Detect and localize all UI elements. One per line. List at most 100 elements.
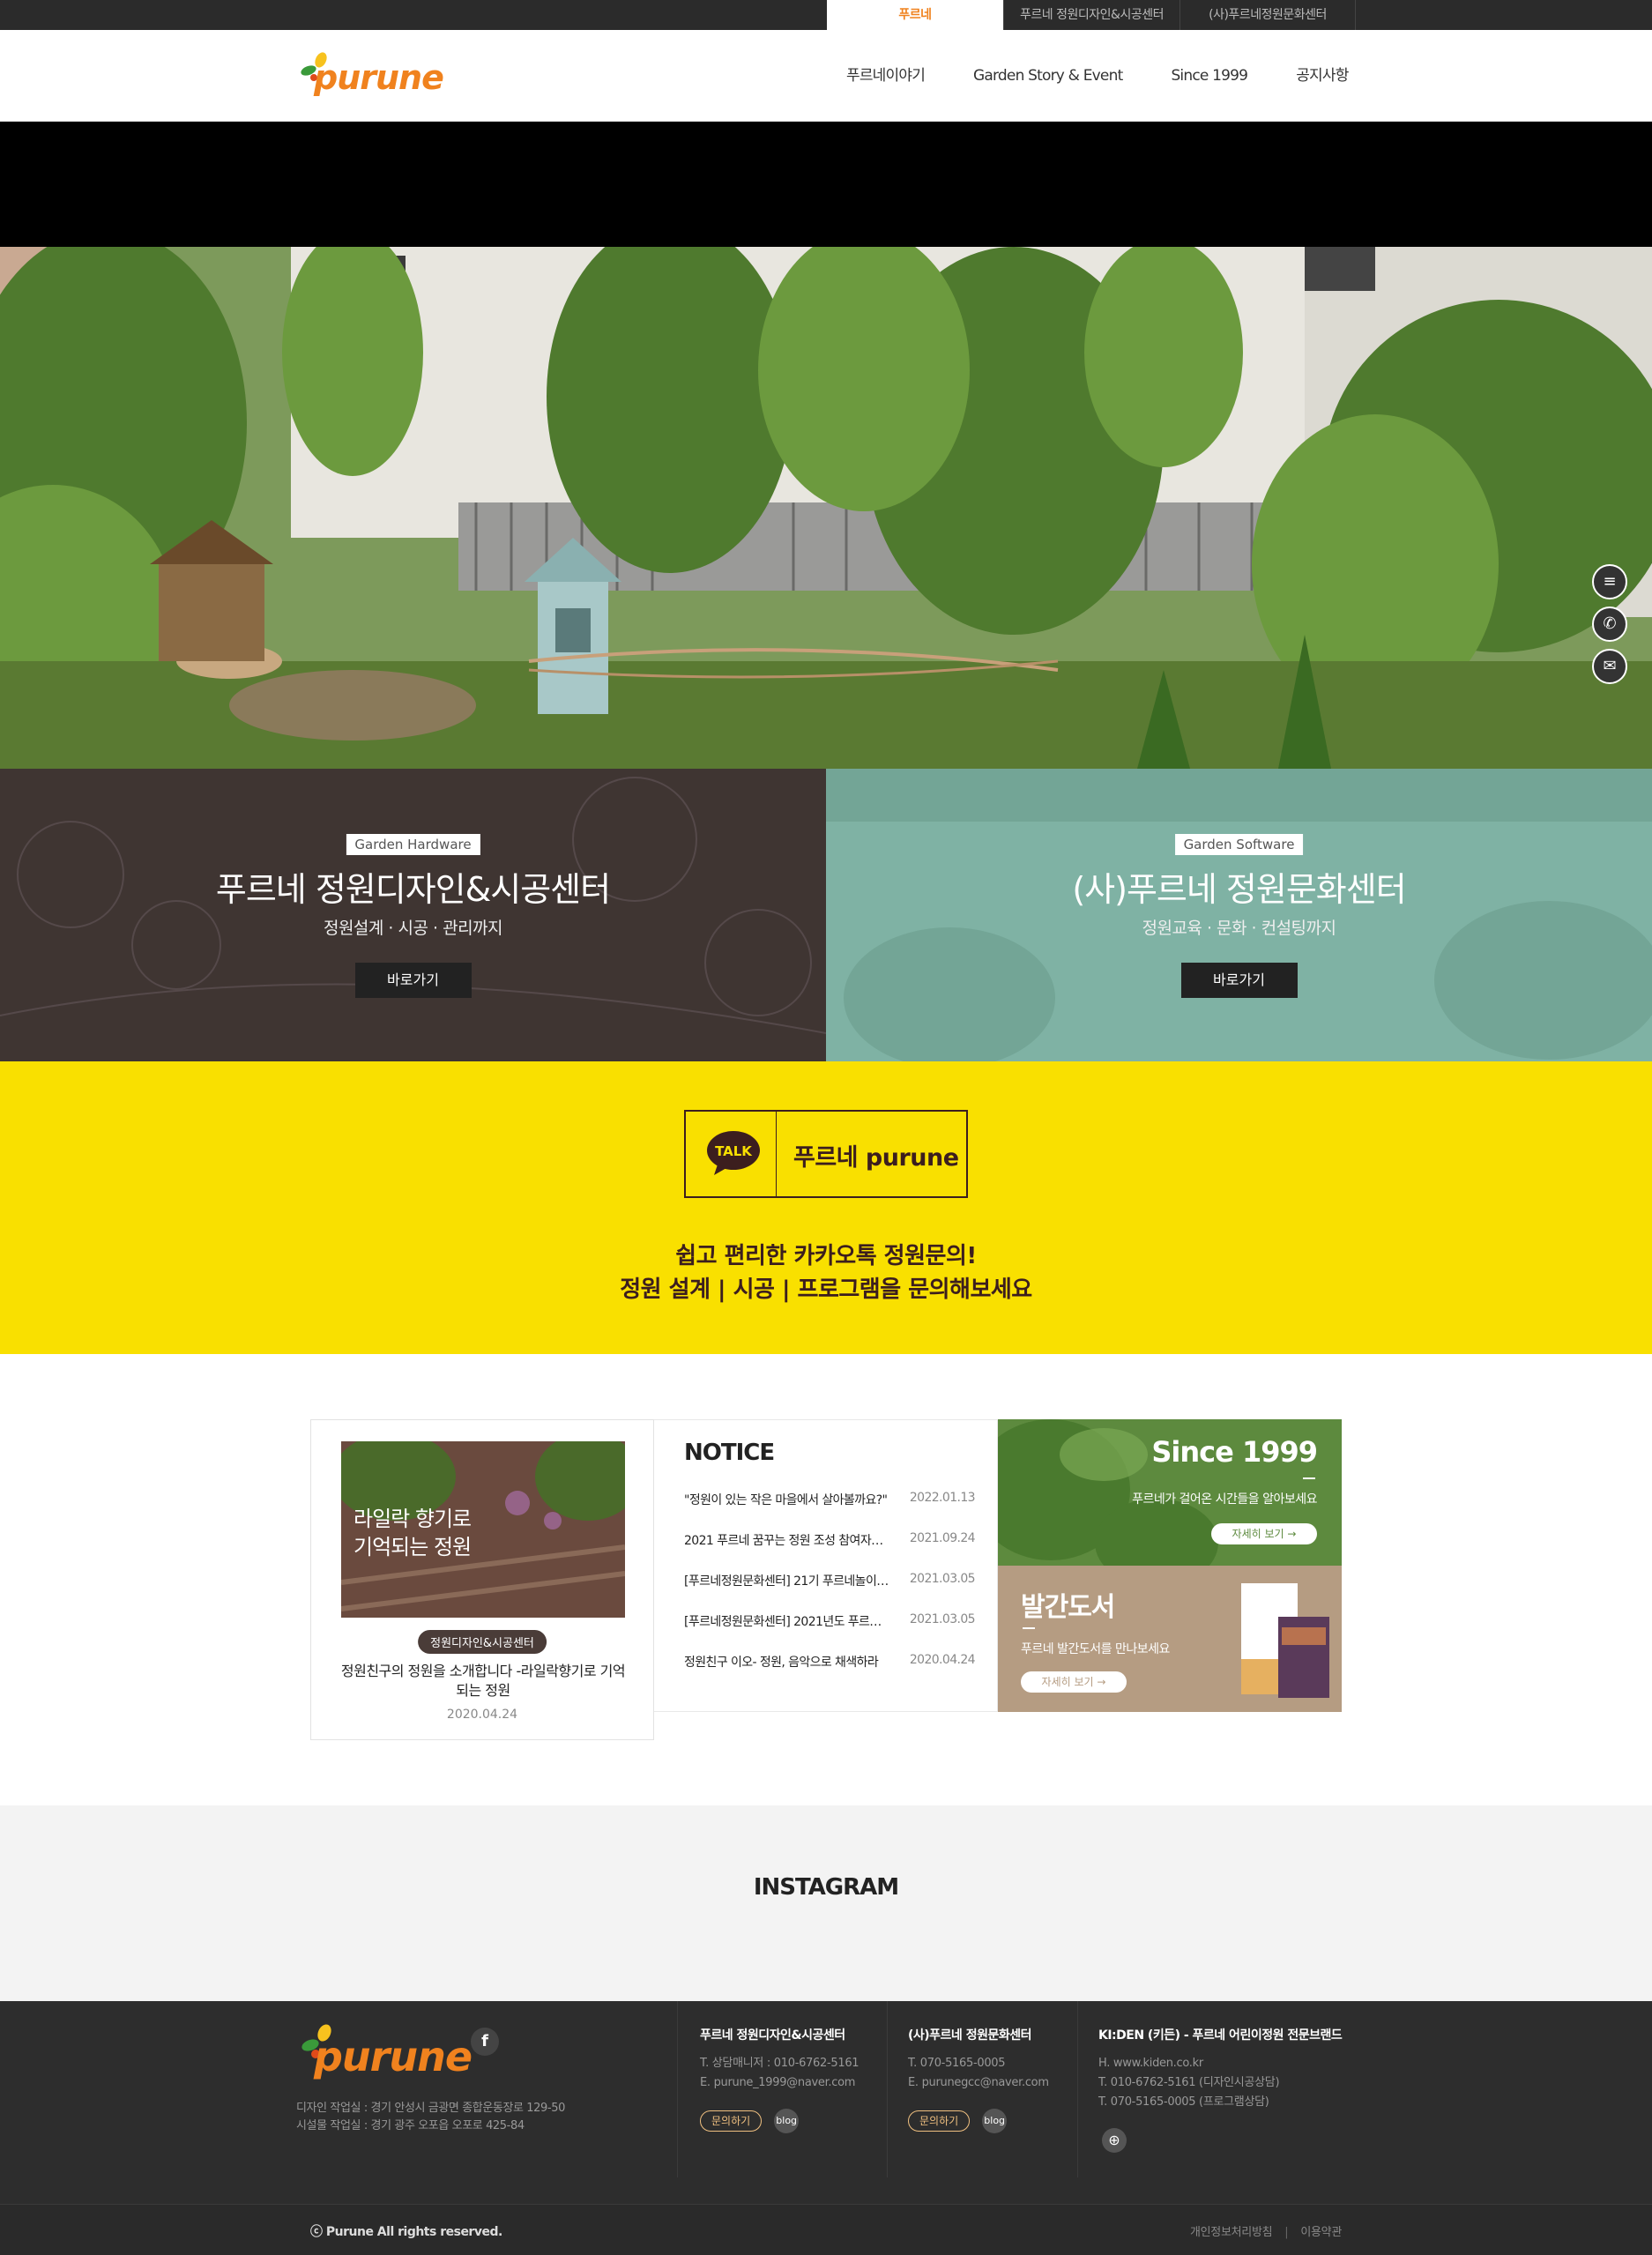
divider [1077,2001,1078,2177]
globe-icon[interactable]: ⊕ [1102,2128,1127,2153]
kakao-headline: 쉽고 편리한 카카오톡 정원문의! [675,1243,977,1269]
notice-title[interactable]: NOTICE [684,1440,775,1466]
footer-col-title: (사)푸르네 정원문화센터 [908,2028,1031,2043]
nav-since-1999[interactable]: Since 1999 [1171,30,1248,122]
footer-links: 개인정보처리방침 | 이용약관 [1189,2226,1342,2239]
books-desc: 푸르네 발간도서를 만나보세요 [1021,1642,1170,1656]
menu-icon[interactable]: ≡ [1592,564,1627,599]
footer-col-title: KI:DEN (키든) - 푸르네 어린이정원 전문브랜드 [1098,2028,1343,2043]
nav-garden-story-event[interactable]: Garden Story & Event [973,30,1123,122]
header: purune 푸르네이야기 Garden Story & Event Since… [0,30,1652,122]
divider [776,1112,777,1196]
instagram-title: INSTAGRAM [753,1874,899,1901]
footer-col-design: 푸르네 정원디자인&시공센터 T. 상담매니저 : 010-6762-5161 … [700,2026,859,2133]
inquiry-button[interactable]: 문의하기 [700,2110,763,2132]
footer-col-title: 푸르네 정원디자인&시공센터 [700,2028,845,2043]
kakao-talk-icon: TALK [707,1131,760,1175]
since-1999-banner[interactable]: Since 1999 푸르네가 걸어온 시간들을 알아보세요 자세히 보기 → [998,1419,1342,1566]
story-title[interactable]: 정원친구의 정원을 소개합니다 -라일락향기로 기억되는 정원 [336,1662,630,1701]
logo[interactable]: purune [296,51,444,104]
blog-icon[interactable]: blog [774,2109,800,2133]
notice-item-title: 정원친구 이오- 정원, 음악으로 채색하라 [684,1656,879,1670]
logo-text: purune [314,58,444,97]
since-desc: 푸르네가 걸어온 시간들을 알아보세요 [1132,1492,1317,1507]
story-date: 2020.04.24 [446,1708,518,1722]
notice-item-date: 2021.03.05 [909,1612,976,1626]
notice-item-title: [푸르네정원문화센터] 21기 푸르네놀이터 모집 [684,1574,892,1589]
notice-item-title: 2021 푸르네 꿈꾸는 정원 조성 참여자를 모집합니다 [684,1534,892,1548]
notice-row[interactable]: [푸르네정원문화센터] 2021년도 푸르네 교육일정 2021.03.05 [684,1612,976,1634]
divider [887,2001,888,2177]
notice-item-date: 2021.03.05 [909,1572,976,1586]
hero-garden-image [0,247,1652,769]
main-nav: 푸르네이야기 Garden Story & Event Since 1999 공… [846,30,1397,122]
thumb-caption-line2: 기억되는 정원 [353,1535,472,1559]
address-line: 디자인 작업실 : 경기 안성시 금광면 종합운동장로 129-50 [296,2102,565,2115]
notice-row[interactable]: [푸르네정원문화센터] 21기 푸르네놀이터 모집 2021.03.05 [684,1572,976,1593]
since-more-button[interactable]: 자세히 보기 → [1211,1523,1317,1544]
footer-col-line: T. 상담매니저 : 010-6762-5161 [700,2057,859,2070]
kakao-subline: 정원 설계 | 시공 | 프로그램을 문의해보세요 [620,1276,1032,1303]
tab-design-center[interactable]: 푸르네 정원디자인&시공센터 [1003,0,1179,30]
blog-icon[interactable]: blog [982,2109,1008,2133]
books-more-button[interactable]: 자세히 보기 → [1021,1671,1127,1693]
mail-icon[interactable]: ✉ [1592,649,1627,684]
panel-title: 푸르네 정원디자인&시공센터 [215,870,611,909]
divider [1303,1477,1315,1479]
footer-col-line: T. 070-5165-0005 (프로그램상담) [1098,2095,1269,2109]
notice-item-title: [푸르네정원문화센터] 2021년도 푸르네 교육일정 [684,1615,892,1629]
footer-col-line: E. purunegcc@naver.com [908,2076,1049,2089]
books-banner[interactable]: 발간도서 푸르네 발간도서를 만나보세요 자세히 보기 → [998,1566,1342,1712]
inquiry-button[interactable]: 문의하기 [908,2110,971,2132]
banner-spacer [0,122,1652,247]
notice-item-title: "정원이 있는 작은 마을에서 살아볼까요?" [684,1493,888,1507]
panel-title: (사)푸르네 정원문화센터 [1072,870,1406,909]
panel-subtitle: 정원교육 · 문화 · 컨설팅까지 [1142,919,1336,938]
panel-badge: Garden Hardware [346,834,480,855]
terms-link[interactable]: 이용약관 [1300,2226,1342,2239]
instagram-section: INSTAGRAM [0,1805,1652,2001]
go-button[interactable]: 바로가기 [354,963,472,998]
facebook-icon[interactable]: f [471,2028,499,2056]
books-title: 발간도서 [1021,1592,1115,1623]
since-title: Since 1999 [1151,1435,1318,1469]
notice-board: NOTICE "정원이 있는 작은 마을에서 살아볼까요?" 2022.01.1… [654,1419,998,1712]
tab-purune[interactable]: 푸르네 [827,0,1003,30]
site-tabs: 푸르네 푸르네 정원디자인&시공센터 (사)푸르네정원문화센터 [827,0,1356,30]
nav-story[interactable]: 푸르네이야기 [846,30,926,122]
address-line: 시설물 작업실 : 경기 광주 오포읍 오포로 425-84 [296,2119,525,2132]
panel-subtitle: 정원설계 · 시공 · 관리까지 [323,919,503,938]
notice-item-date: 2021.09.24 [909,1531,976,1545]
notice-row[interactable]: 2021 푸르네 꿈꾸는 정원 조성 참여자를 모집합니다 2021.09.24 [684,1531,976,1552]
privacy-policy-link[interactable]: 개인정보처리방침 [1190,2226,1273,2239]
footer-col-line: T. 070-5165-0005 [908,2057,1006,2070]
footer-col-line: E. purune_1999@naver.com [700,2076,856,2089]
footer-col-line: T. 010-6762-5161 (디자인시공상담) [1098,2076,1280,2089]
nav-notice[interactable]: 공지사항 [1296,30,1349,122]
go-button[interactable]: 바로가기 [1180,963,1298,998]
divider [677,2001,678,2177]
panel-culture-center: Garden Software (사)푸르네 정원문화센터 정원교육 · 문화 … [826,769,1652,1061]
story-thumbnail[interactable]: 라일락 향기로 기억되는 정원 [341,1441,625,1618]
notice-item-date: 2020.04.24 [909,1653,976,1667]
panel-badge: Garden Software [1174,834,1304,855]
top-bar: 푸르네 푸르네 정원디자인&시공센터 (사)푸르네정원문화센터 [0,0,1652,30]
footer-col-line: H. www.kiden.co.kr [1098,2057,1203,2070]
notice-row[interactable]: "정원이 있는 작은 마을에서 살아볼까요?" 2022.01.13 [684,1491,976,1512]
panel-design-center: Garden Hardware 푸르네 정원디자인&시공센터 정원설계 · 시공… [0,769,826,1061]
divider [1023,1627,1035,1629]
footer-logo[interactable]: purune [296,2022,473,2084]
kakao-channel-button[interactable]: TALK 푸르네 purune [684,1110,968,1198]
copyright: ⓒ Purune All rights reserved. [310,2225,502,2239]
category-badge: 정원디자인&시공센터 [418,1630,547,1654]
tab-culture-center[interactable]: (사)푸르네정원문화센터 [1179,0,1356,30]
story-card[interactable]: 라일락 향기로 기억되는 정원 정원디자인&시공센터 정원친구의 정원을 소개합… [310,1419,654,1740]
footer-col-kiden: KI:DEN (키든) - 푸르네 어린이정원 전문브랜드 H. www.kid… [1098,2026,1343,2153]
kakao-section: TALK 푸르네 purune 쉽고 편리한 카카오톡 정원문의! 정원 설계 … [0,1061,1652,1354]
notice-row[interactable]: 정원친구 이오- 정원, 음악으로 채색하라 2020.04.24 [684,1653,976,1674]
phone-icon[interactable]: ✆ [1592,607,1627,642]
footer-bottom: ⓒ Purune All rights reserved. 개인정보처리방침 | 이… [0,2204,1652,2255]
thumb-caption-line1: 라일락 향기로 [353,1507,472,1531]
footer-col-culture: (사)푸르네 정원문화센터 T. 070-5165-0005 E. purune… [908,2026,1049,2133]
kakao-icon-text: TALK [715,1143,753,1159]
